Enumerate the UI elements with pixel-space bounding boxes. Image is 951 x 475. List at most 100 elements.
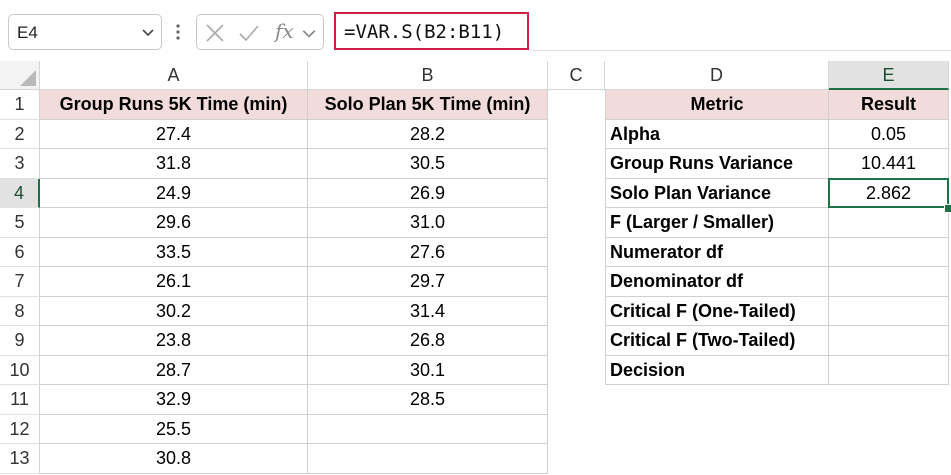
cell-a9[interactable]: 23.8	[40, 326, 308, 356]
cell-e4[interactable]: 2.862	[829, 178, 949, 208]
row-header-7[interactable]: 7	[0, 267, 40, 297]
cell-b3[interactable]: 30.5	[308, 149, 548, 179]
cell-c7[interactable]	[548, 267, 605, 297]
cell-c5[interactable]	[548, 208, 605, 238]
cell-d6[interactable]: Numerator df	[605, 237, 829, 267]
select-all-button[interactable]	[0, 61, 40, 90]
cell-a10[interactable]: 28.7	[40, 355, 308, 385]
cell-d3[interactable]: Group Runs Variance	[605, 149, 829, 179]
cell-b10[interactable]: 30.1	[308, 355, 548, 385]
cell-b13[interactable]	[308, 444, 548, 474]
cell-a4[interactable]: 24.9	[40, 178, 308, 208]
column-header-c[interactable]: C	[548, 61, 605, 90]
column-header-d[interactable]: D	[605, 61, 829, 90]
cancel-icon[interactable]	[203, 21, 227, 45]
row-header-13[interactable]: 13	[0, 444, 40, 474]
row-header-11[interactable]: 11	[0, 385, 40, 415]
cell-d13[interactable]	[605, 444, 829, 474]
row-header-5[interactable]: 5	[0, 208, 40, 238]
cell-d11[interactable]	[605, 385, 829, 415]
formula-input[interactable]: =VAR.S(B2:B11)	[334, 12, 529, 50]
cell-d10[interactable]: Decision	[605, 355, 829, 385]
name-box-value: E4	[17, 23, 38, 42]
cell-e3[interactable]: 10.441	[829, 149, 949, 179]
enter-check-icon[interactable]	[237, 21, 261, 45]
cell-c2[interactable]	[548, 120, 605, 150]
cell-e12[interactable]	[829, 415, 949, 445]
cell-a5[interactable]: 29.6	[40, 208, 308, 238]
cell-d4[interactable]: Solo Plan Variance	[605, 178, 829, 208]
row-header-12[interactable]: 12	[0, 414, 40, 444]
cell-a12[interactable]: 25.5	[40, 414, 308, 444]
cell-e1-header[interactable]: Result	[829, 90, 949, 120]
cell-a11[interactable]: 32.9	[40, 385, 308, 415]
cell-e9[interactable]	[829, 326, 949, 356]
cell-b2[interactable]: 28.2	[308, 119, 548, 149]
cell-b11[interactable]: 28.5	[308, 385, 548, 415]
row-header-6[interactable]: 6	[0, 237, 40, 267]
cell-e13[interactable]	[829, 444, 949, 474]
cell-c3[interactable]	[548, 149, 605, 179]
row-header-9[interactable]: 9	[0, 326, 40, 356]
cell-e10[interactable]	[829, 355, 949, 385]
cell-e6[interactable]	[829, 237, 949, 267]
cell-d12[interactable]	[605, 415, 829, 445]
row-header-10[interactable]: 10	[0, 355, 40, 385]
more-options-icon[interactable]	[175, 22, 181, 42]
cell-c11[interactable]	[548, 385, 605, 415]
cell-d9[interactable]: Critical F (Two-Tailed)	[605, 326, 829, 356]
cell-d7[interactable]: Denominator df	[605, 267, 829, 297]
cell-b8[interactable]: 31.4	[308, 296, 548, 326]
cell-c6[interactable]	[548, 238, 605, 268]
cell-d2[interactable]: Alpha	[605, 119, 829, 149]
select-all-icon	[20, 70, 36, 86]
fill-handle[interactable]	[944, 204, 951, 213]
cell-c4[interactable]	[548, 179, 605, 209]
cell-b12[interactable]	[308, 414, 548, 444]
cell-b6[interactable]: 27.6	[308, 237, 548, 267]
row-header-4[interactable]: 4	[0, 178, 40, 208]
cell-a3[interactable]: 31.8	[40, 149, 308, 179]
cell-b5[interactable]: 31.0	[308, 208, 548, 238]
formula-buttons: fx	[196, 14, 324, 50]
column-header-a[interactable]: A	[40, 61, 308, 90]
cell-a8[interactable]: 30.2	[40, 296, 308, 326]
cell-a2[interactable]: 27.4	[40, 119, 308, 149]
cell-c13[interactable]	[548, 444, 605, 474]
chevron-down-icon[interactable]	[301, 25, 317, 41]
column-header-b[interactable]: B	[308, 61, 548, 90]
row-header-2[interactable]: 2	[0, 119, 40, 149]
row-header-3[interactable]: 3	[0, 149, 40, 179]
cell-d8[interactable]: Critical F (One-Tailed)	[605, 296, 829, 326]
cell-c1[interactable]	[548, 90, 605, 120]
chevron-down-icon[interactable]	[141, 25, 155, 39]
cell-c9[interactable]	[548, 326, 605, 356]
cell-d1-header[interactable]: Metric	[605, 90, 829, 120]
row-header-8[interactable]: 8	[0, 296, 40, 326]
cell-e5[interactable]	[829, 208, 949, 238]
cell-c12[interactable]	[548, 415, 605, 445]
name-box[interactable]: E4	[8, 14, 162, 50]
cell-a6[interactable]: 33.5	[40, 237, 308, 267]
cell-b7[interactable]: 29.7	[308, 267, 548, 297]
cell-e8[interactable]	[829, 296, 949, 326]
cell-b4[interactable]: 26.9	[308, 178, 548, 208]
formula-input-extension[interactable]	[529, 14, 951, 51]
formula-bar: E4 fx =VAR.S(B2:B11)	[0, 0, 951, 66]
cell-a1-header[interactable]: Group Runs 5K Time (min)	[40, 90, 308, 120]
insert-function-icon[interactable]: fx	[275, 19, 294, 43]
cell-c8[interactable]	[548, 297, 605, 327]
cell-a13[interactable]: 30.8	[40, 444, 308, 474]
row-header-1[interactable]: 1	[0, 90, 40, 120]
cell-d5[interactable]: F (Larger / Smaller)	[605, 208, 829, 238]
cell-e2[interactable]: 0.05	[829, 119, 949, 149]
cell-a7[interactable]: 26.1	[40, 267, 308, 297]
cell-b1-header[interactable]: Solo Plan 5K Time (min)	[308, 90, 548, 120]
cell-b9[interactable]: 26.8	[308, 326, 548, 356]
cell-e11[interactable]	[829, 385, 949, 415]
column-header-e[interactable]: E	[829, 61, 949, 90]
cell-c10[interactable]	[548, 356, 605, 386]
cell-e7[interactable]	[829, 267, 949, 297]
formula-text: =VAR.S(B2:B11)	[344, 21, 505, 43]
spreadsheet-grid: A B C D E 1 2 3 4 5 6 7 8 9 10 11 12 13 Group Runs 5K Time…	[0, 61, 951, 475]
